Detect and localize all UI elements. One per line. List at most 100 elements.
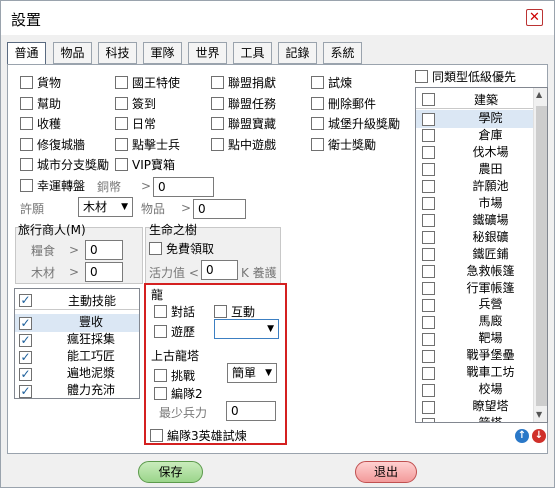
skills-select-all-checkbox[interactable] <box>19 292 36 308</box>
coins-input[interactable]: 0 <box>153 177 214 197</box>
list-item[interactable]: 市場 <box>416 195 533 213</box>
list-item[interactable]: 鐵匠鋪 <box>416 246 533 264</box>
building-checkbox[interactable] <box>422 196 439 212</box>
building-checkbox[interactable] <box>422 179 439 195</box>
exit-button[interactable]: 退出 <box>355 461 417 483</box>
tab-army[interactable]: 軍隊 <box>143 42 182 64</box>
list-item[interactable]: 靶場 <box>416 330 533 348</box>
building-checkbox[interactable] <box>422 382 439 398</box>
option-harvest[interactable]: 收穫 <box>20 115 61 131</box>
list-item[interactable]: 學院 <box>416 110 533 128</box>
option-king-envoy[interactable]: 國王特使 <box>115 74 180 90</box>
list-item[interactable]: 倉庫 <box>416 127 533 145</box>
list-item[interactable]: 豐收 <box>15 314 139 332</box>
option-label: 聯盟寶藏 <box>228 116 277 131</box>
building-checkbox[interactable] <box>422 297 439 313</box>
building-checkbox[interactable] <box>422 314 439 330</box>
skill-checkbox[interactable] <box>19 315 36 331</box>
list-item[interactable]: 體力充沛 <box>15 382 139 398</box>
scroll-up-icon[interactable]: ▲ <box>536 90 542 99</box>
building-checkbox[interactable] <box>422 145 439 161</box>
food-input[interactable]: 0 <box>85 240 123 260</box>
option-city-branch-reward[interactable]: 城市分支獎勵 <box>20 156 109 172</box>
skill-label: 豐收 <box>79 315 104 329</box>
building-checkbox[interactable] <box>422 348 439 364</box>
list-item[interactable]: 伐木場 <box>416 144 533 162</box>
option-delete-mail[interactable]: 刪除郵件 <box>311 95 376 111</box>
building-checkbox[interactable] <box>422 365 439 381</box>
building-label: 行軍帳篷 <box>466 280 515 295</box>
option-daily[interactable]: 日常 <box>115 115 156 131</box>
lifetree-title: 生命之樹 <box>149 223 198 237</box>
tab-system[interactable]: 系統 <box>323 42 362 64</box>
move-up-icon[interactable]: ↑ <box>515 429 529 443</box>
building-checkbox[interactable] <box>422 331 439 347</box>
option-alliance-task[interactable]: 聯盟任務 <box>211 95 276 111</box>
building-checkbox[interactable] <box>422 247 439 263</box>
skill-checkbox[interactable] <box>19 366 36 382</box>
building-checkbox[interactable] <box>422 399 439 415</box>
list-item[interactable]: 急救帳篷 <box>416 263 533 281</box>
list-item[interactable]: 瞭望塔 <box>416 398 533 416</box>
move-down-icon[interactable]: ↓ <box>532 429 546 443</box>
tribute-select[interactable]: 木材 ▼ <box>78 197 133 217</box>
list-item[interactable]: 許願池 <box>416 178 533 196</box>
tab-general[interactable]: 普通 <box>7 42 46 66</box>
close-button[interactable]: ✕ <box>526 9 543 26</box>
list-item[interactable]: 戰爭堡壘 <box>416 347 533 365</box>
option-click-game[interactable]: 點中遊戲 <box>211 136 276 152</box>
option-trial[interactable]: 試煉 <box>311 74 352 90</box>
list-item[interactable]: 行軍帳篷 <box>416 280 533 298</box>
building-checkbox[interactable] <box>422 128 439 144</box>
scrollbar-thumb[interactable] <box>536 106 547 406</box>
list-item[interactable]: 鐵礦場 <box>416 212 533 230</box>
option-castle-upgrade-reward[interactable]: 城堡升級獎勵 <box>311 115 400 131</box>
list-item[interactable]: 瘋狂採集 <box>15 331 139 349</box>
tab-world[interactable]: 世界 <box>188 42 227 64</box>
tab-tools[interactable]: 工具 <box>233 42 272 64</box>
option-alliance-treasure[interactable]: 聯盟寶藏 <box>211 115 276 131</box>
skill-checkbox[interactable] <box>19 332 36 348</box>
building-checkbox[interactable] <box>422 416 439 422</box>
list-item[interactable]: 校場 <box>416 381 533 399</box>
building-checkbox[interactable] <box>422 281 439 297</box>
option-label: 點擊士兵 <box>132 137 181 152</box>
list-item[interactable]: 馬廄 <box>416 313 533 331</box>
tab-records[interactable]: 記錄 <box>278 42 317 64</box>
skill-checkbox[interactable] <box>19 349 36 365</box>
option-repair-wall[interactable]: 修復城牆 <box>20 136 85 152</box>
option-click-soldier[interactable]: 點擊士兵 <box>115 136 180 152</box>
lower-level-priority-checkbox[interactable]: 同類型低級優先 <box>415 68 516 84</box>
option-guard-reward[interactable]: 衛士獎勵 <box>311 136 376 152</box>
save-button[interactable]: 保存 <box>138 461 203 483</box>
list-item[interactable]: 遍地泥漿 <box>15 365 139 383</box>
building-checkbox[interactable] <box>422 230 439 246</box>
building-checkbox[interactable] <box>422 162 439 178</box>
building-checkbox[interactable] <box>422 111 439 127</box>
list-item[interactable]: 戰車工坊 <box>416 364 533 382</box>
option-help[interactable]: 幫助 <box>20 95 61 111</box>
list-item[interactable]: 能工巧匠 <box>15 348 139 366</box>
option-goods[interactable]: 貨物 <box>20 74 61 90</box>
list-item[interactable]: 秘銀礦 <box>416 229 533 247</box>
list-item[interactable]: 箭塔 <box>416 415 533 422</box>
tab-tech[interactable]: 科技 <box>98 42 137 64</box>
building-checkbox[interactable] <box>422 213 439 229</box>
scroll-down-icon[interactable]: ▼ <box>536 410 542 419</box>
buildings-scrollbar[interactable]: ▲ ▼ <box>533 88 547 422</box>
highlight-box <box>144 283 287 445</box>
free-claim-checkbox[interactable]: 免費領取 <box>149 240 214 256</box>
option-sign-in[interactable]: 簽到 <box>115 95 156 111</box>
wood-input[interactable]: 0 <box>85 262 123 282</box>
option-vip-chest[interactable]: VIP寶箱 <box>115 156 175 172</box>
list-item[interactable]: 兵營 <box>416 296 533 314</box>
building-checkbox[interactable] <box>422 264 439 280</box>
list-item[interactable]: 農田 <box>416 161 533 179</box>
option-alliance-donate[interactable]: 聯盟捐獻 <box>211 74 276 90</box>
option-lucky-wheel[interactable]: 幸運轉盤 <box>20 177 85 193</box>
item-input[interactable]: 0 <box>193 199 246 219</box>
buildings-select-all-checkbox[interactable] <box>422 91 439 107</box>
vitality-input[interactable]: 0 <box>201 260 238 280</box>
skill-checkbox[interactable] <box>19 383 36 398</box>
tab-items[interactable]: 物品 <box>53 42 92 64</box>
